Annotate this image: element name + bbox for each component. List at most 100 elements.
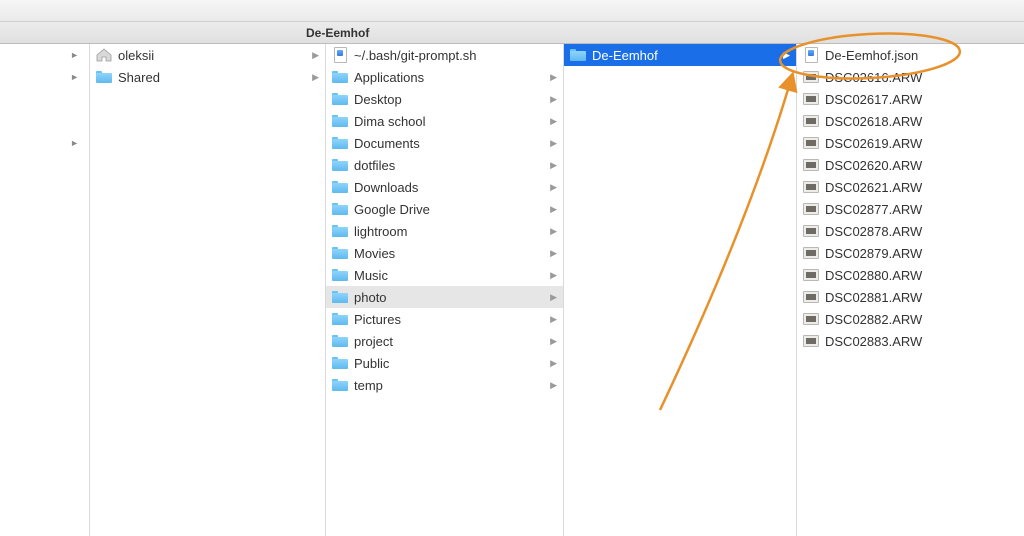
home-item[interactable]: Applications▶ <box>326 66 563 88</box>
folder-icon <box>332 135 348 151</box>
file-item[interactable]: DSC02882.ARW <box>797 308 1024 330</box>
item-label: Desktop <box>354 92 547 107</box>
item-label: DSC02882.ARW <box>825 312 1018 327</box>
chevron-right-icon: ▶ <box>547 94 557 105</box>
file-item[interactable]: DSC02879.ARW <box>797 242 1024 264</box>
chevron-right-icon: ▶ <box>547 204 557 215</box>
item-label: De-Eemhof.json <box>825 48 1018 63</box>
file-item[interactable]: DSC02620.ARW <box>797 154 1024 176</box>
chevron-right-icon: ▶ <box>780 50 790 61</box>
raw-image-icon <box>803 267 819 283</box>
item-label: Pictures <box>354 312 547 327</box>
item-label: DSC02620.ARW <box>825 158 1018 173</box>
file-item[interactable]: DSC02617.ARW <box>797 88 1024 110</box>
home-item[interactable]: dotfiles▶ <box>326 154 563 176</box>
disclosure-triangle-icon[interactable]: ► <box>0 132 89 154</box>
home-item[interactable]: Pictures▶ <box>326 308 563 330</box>
chevron-right-icon: ▶ <box>547 72 557 83</box>
item-label: Downloads <box>354 180 547 195</box>
item-label: temp <box>354 378 547 393</box>
raw-image-icon <box>803 201 819 217</box>
item-label: lightroom <box>354 224 547 239</box>
folder-icon <box>332 355 348 371</box>
file-item[interactable]: DSC02883.ARW <box>797 330 1024 352</box>
item-label: Dima school <box>354 114 547 129</box>
folder-icon <box>570 47 586 63</box>
item-label: ~/.bash/git-prompt.sh <box>354 48 557 63</box>
home-item[interactable]: temp▶ <box>326 374 563 396</box>
item-label: project <box>354 334 547 349</box>
column-sidebar-gutter: ►►► <box>0 44 90 536</box>
item-label: DSC02883.ARW <box>825 334 1018 349</box>
home-item[interactable]: photo▶ <box>326 286 563 308</box>
file-item[interactable]: DSC02621.ARW <box>797 176 1024 198</box>
file-item[interactable]: De-Eemhof.json <box>797 44 1024 66</box>
item-label: DSC02617.ARW <box>825 92 1018 107</box>
disclosure-triangle-icon[interactable]: ► <box>0 44 89 66</box>
chevron-right-icon: ▶ <box>309 72 319 83</box>
folder-icon <box>332 91 348 107</box>
chevron-right-icon: ▶ <box>547 248 557 259</box>
photo-item[interactable]: De-Eemhof▶ <box>564 44 796 66</box>
chevron-right-icon: ▶ <box>547 226 557 237</box>
item-label: DSC02880.ARW <box>825 268 1018 283</box>
disclosure-triangle-icon[interactable]: ► <box>0 66 89 88</box>
folder-icon <box>332 223 348 239</box>
folder-icon <box>332 179 348 195</box>
home-item[interactable]: ~/.bash/git-prompt.sh <box>326 44 563 66</box>
home-item[interactable]: Public▶ <box>326 352 563 374</box>
raw-image-icon <box>803 91 819 107</box>
item-label: DSC02879.ARW <box>825 246 1018 261</box>
item-label: DSC02878.ARW <box>825 224 1018 239</box>
folder-icon <box>332 267 348 283</box>
home-item[interactable]: Downloads▶ <box>326 176 563 198</box>
folder-icon <box>332 69 348 85</box>
home-item[interactable]: Documents▶ <box>326 132 563 154</box>
chevron-right-icon: ▶ <box>547 292 557 303</box>
document-icon <box>332 47 348 63</box>
window-titlebar <box>0 0 1024 22</box>
item-label: Public <box>354 356 547 371</box>
home-item[interactable]: Desktop▶ <box>326 88 563 110</box>
item-label: Documents <box>354 136 547 151</box>
file-item[interactable]: DSC02880.ARW <box>797 264 1024 286</box>
home-item[interactable]: lightroom▶ <box>326 220 563 242</box>
column-home: ~/.bash/git-prompt.shApplications▶Deskto… <box>326 44 564 536</box>
item-label: dotfiles <box>354 158 547 173</box>
sidebar-item-shared[interactable]: Shared▶ <box>90 66 325 88</box>
file-item[interactable]: DSC02878.ARW <box>797 220 1024 242</box>
raw-image-icon <box>803 135 819 151</box>
home-item[interactable]: Dima school▶ <box>326 110 563 132</box>
item-label: DSC02618.ARW <box>825 114 1018 129</box>
folder-icon <box>332 201 348 217</box>
finder-columns: ►►► oleksii▶Shared▶ ~/.bash/git-prompt.s… <box>0 44 1024 536</box>
home-item[interactable]: Google Drive▶ <box>326 198 563 220</box>
home-item[interactable]: Music▶ <box>326 264 563 286</box>
chevron-right-icon: ▶ <box>547 270 557 281</box>
item-label: DSC02877.ARW <box>825 202 1018 217</box>
folder-icon <box>332 157 348 173</box>
file-item[interactable]: DSC02619.ARW <box>797 132 1024 154</box>
file-item[interactable]: DSC02618.ARW <box>797 110 1024 132</box>
file-item[interactable]: DSC02877.ARW <box>797 198 1024 220</box>
raw-image-icon <box>803 223 819 239</box>
file-item[interactable]: DSC02881.ARW <box>797 286 1024 308</box>
item-label: Music <box>354 268 547 283</box>
item-label: DSC02619.ARW <box>825 136 1018 151</box>
item-label: Movies <box>354 246 547 261</box>
item-label: oleksii <box>118 48 309 63</box>
item-label: Shared <box>118 70 309 85</box>
raw-image-icon <box>803 333 819 349</box>
chevron-right-icon: ▶ <box>547 116 557 127</box>
item-label: photo <box>354 290 547 305</box>
item-label: DSC02621.ARW <box>825 180 1018 195</box>
sidebar-item-user-home[interactable]: oleksii▶ <box>90 44 325 66</box>
folder-icon <box>332 311 348 327</box>
home-item[interactable]: Movies▶ <box>326 242 563 264</box>
item-label: Applications <box>354 70 547 85</box>
chevron-right-icon: ▶ <box>547 138 557 149</box>
file-item[interactable]: DSC02616.ARW <box>797 66 1024 88</box>
item-label: DSC02616.ARW <box>825 70 1018 85</box>
folder-icon <box>96 69 112 85</box>
home-item[interactable]: project▶ <box>326 330 563 352</box>
